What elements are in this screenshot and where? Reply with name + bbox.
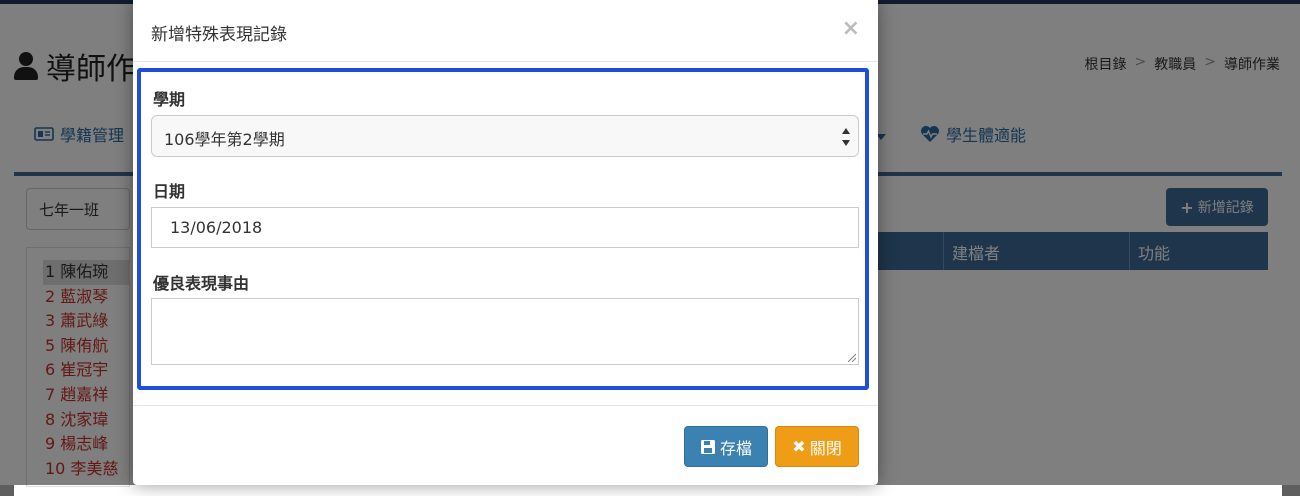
add-special-record-modal: 新增特殊表現記錄 × 學期 106學年第2學期 日期 13/06/2018 優良… (133, 0, 878, 485)
close-x-icon: ✖ (792, 437, 806, 456)
modal-header: 新增特殊表現記錄 × (133, 0, 878, 62)
save-button[interactable]: 存檔 (684, 426, 768, 467)
resize-handle-icon[interactable] (848, 354, 856, 362)
reason-textarea[interactable] (151, 298, 859, 365)
date-input[interactable]: 13/06/2018 (151, 207, 859, 248)
save-button-label: 存檔 (719, 438, 752, 458)
close-button-label: 關閉 (809, 438, 842, 458)
save-icon (700, 439, 715, 454)
modal-title: 新增特殊表現記錄 (151, 25, 287, 45)
semester-label: 學期 (153, 90, 186, 109)
semester-select[interactable]: 106學年第2學期 (151, 115, 859, 157)
modal-footer: 存檔 ✖ 關閉 (133, 405, 878, 486)
date-label: 日期 (153, 182, 186, 201)
semester-select-value: 106學年第2學期 (164, 130, 285, 149)
select-arrows-icon (842, 128, 852, 146)
close-icon[interactable]: × (842, 16, 860, 41)
close-button[interactable]: ✖ 關閉 (775, 426, 859, 467)
reason-label: 優良表現事由 (153, 274, 250, 293)
